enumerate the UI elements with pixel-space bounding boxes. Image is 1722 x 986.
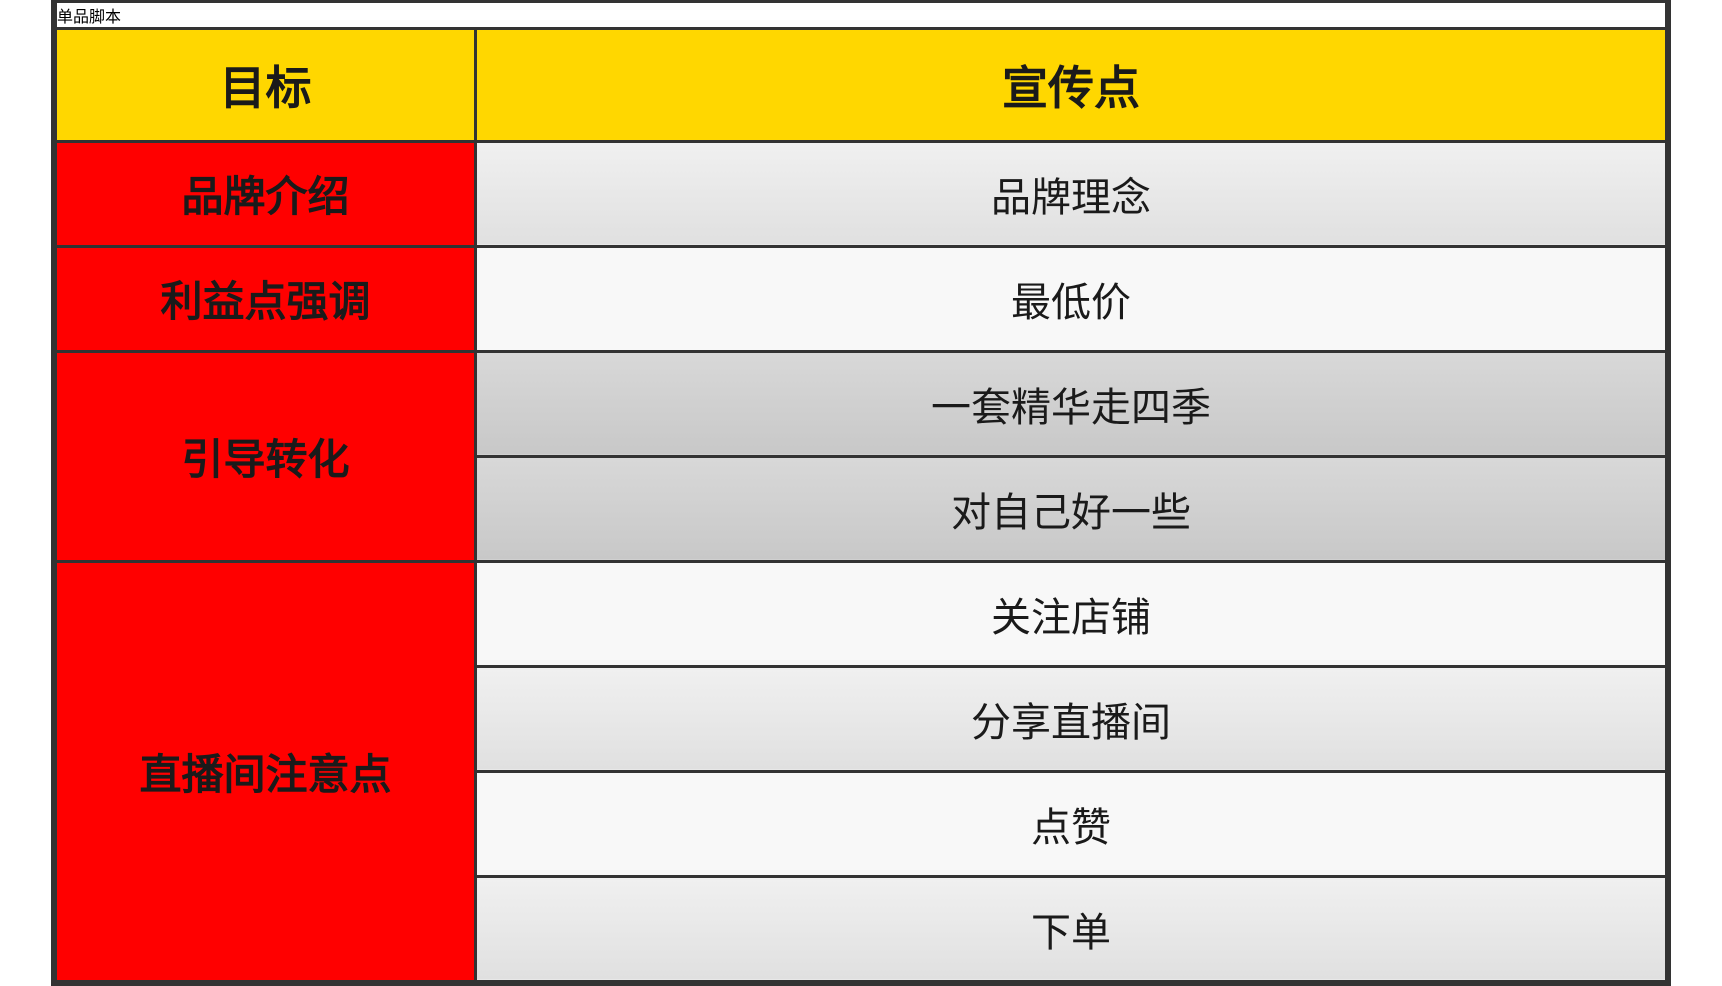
promo-item-share-live: 分享直播间 (476, 666, 1667, 771)
promo-item-like: 点赞 (476, 771, 1667, 876)
promo-item-lowest-price: 最低价 (476, 246, 1667, 351)
promo-item-be-good: 对自己好一些 (476, 456, 1667, 561)
header-row: 目标 宣传点 (56, 28, 1667, 141)
main-table-container: 单品脚本 目标 宣传点 品牌介绍 品牌理念 利益点强调 最低价 引导转化 一套精… (51, 0, 1671, 986)
script-table: 单品脚本 目标 宣传点 品牌介绍 品牌理念 利益点强调 最低价 引导转化 一套精… (54, 0, 1668, 983)
promo-item-follow-shop: 关注店铺 (476, 561, 1667, 666)
table-row: 引导转化 一套精华走四季 (56, 351, 1667, 456)
header-col2: 宣传点 (476, 28, 1667, 141)
promo-item-brand-concept: 品牌理念 (476, 141, 1667, 246)
table-title: 单品脚本 (56, 1, 1667, 28)
header-col1: 目标 (56, 28, 476, 141)
table-row: 利益点强调 最低价 (56, 246, 1667, 351)
promo-item-order: 下单 (476, 876, 1667, 981)
group-label-live: 直播间注意点 (56, 561, 476, 981)
group-label-conversion: 引导转化 (56, 351, 476, 561)
table-row: 直播间注意点 关注店铺 (56, 561, 1667, 666)
promo-item-set-essence: 一套精华走四季 (476, 351, 1667, 456)
title-row: 单品脚本 (56, 1, 1667, 28)
group-label-brand: 品牌介绍 (56, 141, 476, 246)
table-row: 品牌介绍 品牌理念 (56, 141, 1667, 246)
group-label-benefit: 利益点强调 (56, 246, 476, 351)
